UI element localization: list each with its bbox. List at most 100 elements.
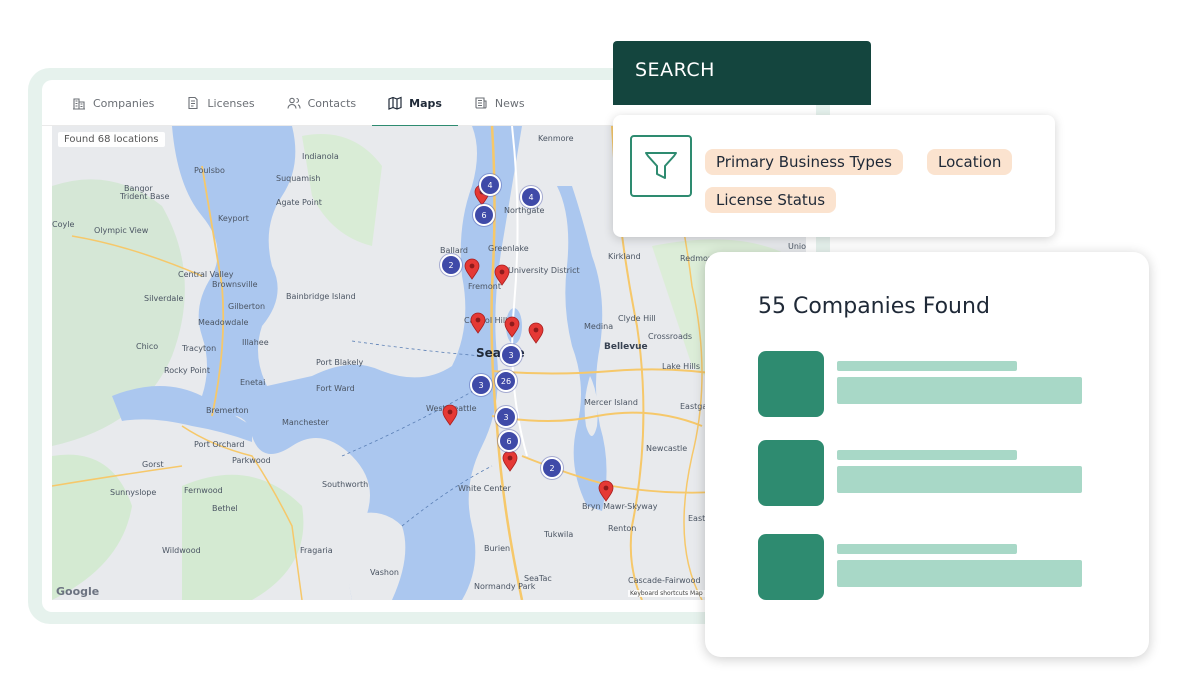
- results-card: 55 Companies Found: [705, 252, 1149, 657]
- place-label: Bainbridge Island: [286, 292, 356, 301]
- place-label: Tukwila: [544, 530, 574, 539]
- people-icon: [287, 97, 301, 109]
- stage: Companies Licenses Contacts Maps News Fo…: [0, 0, 1200, 692]
- filter-chip-business-types[interactable]: Primary Business Types: [705, 149, 903, 175]
- place-label: Burien: [484, 544, 511, 553]
- place-label: Rocky Point: [164, 366, 210, 375]
- tab-label: Companies: [93, 96, 155, 110]
- location-cluster[interactable]: 3: [500, 344, 522, 366]
- results-count-title: 55 Companies Found: [758, 294, 990, 319]
- map-icon: [388, 96, 402, 110]
- place-label: Fragaria: [300, 546, 333, 555]
- location-pin[interactable]: [528, 322, 544, 344]
- place-label: Gilberton: [228, 302, 266, 311]
- place-label: Fort Ward: [316, 384, 355, 393]
- search-header: SEARCH: [613, 41, 871, 105]
- license-icon: [188, 96, 198, 110]
- location-cluster[interactable]: 6: [498, 430, 520, 452]
- location-cluster[interactable]: 2: [440, 254, 462, 276]
- place-label: Greenlake: [488, 244, 529, 253]
- place-label: Vashon: [370, 568, 399, 577]
- place-label: Kirkland: [608, 252, 641, 261]
- result-name-placeholder: [837, 544, 1017, 554]
- result-thumbnail: [758, 534, 824, 600]
- location-pin[interactable]: [470, 312, 486, 334]
- location-cluster[interactable]: 6: [473, 204, 495, 226]
- location-cluster[interactable]: 3: [495, 406, 517, 428]
- location-cluster[interactable]: 3: [470, 374, 492, 396]
- result-row[interactable]: [758, 351, 1088, 417]
- place-label: Chico: [136, 342, 159, 351]
- place-label: University District: [508, 266, 580, 275]
- google-logo: Google: [56, 585, 100, 598]
- tab-contacts[interactable]: Contacts: [271, 80, 373, 126]
- tab-licenses[interactable]: Licenses: [170, 80, 270, 126]
- result-thumbnail: [758, 351, 824, 417]
- place-label: Union: [788, 242, 806, 251]
- place-label: Wildwood: [162, 546, 201, 555]
- result-details-placeholder: [837, 560, 1082, 587]
- place-label: Parkwood: [232, 456, 271, 465]
- place-label: Coyle: [52, 220, 75, 229]
- filter-chip-location[interactable]: Location: [927, 149, 1013, 175]
- place-label: Agate Point: [276, 198, 322, 207]
- place-label: SeaTac: [524, 574, 552, 583]
- filter-button[interactable]: [630, 135, 692, 197]
- place-label: White Center: [458, 484, 511, 493]
- place-label: Newcastle: [646, 444, 688, 453]
- tab-news[interactable]: News: [458, 80, 541, 126]
- place-label: Normandy Park: [474, 582, 536, 591]
- place-label: Meadowdale: [198, 318, 249, 327]
- place-label: Medina: [584, 322, 614, 331]
- place-label: Northgate: [504, 206, 545, 215]
- result-row[interactable]: [758, 440, 1088, 506]
- location-cluster[interactable]: 26: [495, 370, 517, 392]
- city-label: Bellevue: [604, 342, 648, 352]
- place-label: Central Valley: [178, 270, 234, 279]
- location-pin[interactable]: [464, 258, 480, 280]
- location-pin[interactable]: [502, 450, 518, 472]
- found-locations-label: Found 68 locations: [58, 132, 165, 147]
- location-pin[interactable]: [598, 480, 614, 502]
- tab-label: Contacts: [307, 96, 357, 110]
- news-icon: [475, 97, 487, 109]
- place-label: Bremerton: [206, 406, 249, 415]
- result-row[interactable]: [758, 534, 1088, 600]
- place-label: Keyport: [218, 214, 249, 223]
- funnel-icon: [645, 152, 677, 179]
- place-label: Lake Hills: [662, 362, 701, 371]
- place-label: Clyde Hill: [618, 314, 656, 323]
- tab-label: Maps: [409, 96, 442, 110]
- place-label: Tracyton: [182, 344, 217, 353]
- place-label: Poulsbo: [194, 166, 225, 175]
- place-label: Port Orchard: [194, 440, 245, 449]
- place-label: Fernwood: [184, 486, 223, 495]
- location-cluster[interactable]: 4: [479, 174, 501, 196]
- keyboard-shortcuts-link[interactable]: Keyboard shortcuts Map: [628, 590, 705, 597]
- map-data-label: Map: [690, 590, 703, 597]
- filter-chip-license-status[interactable]: License Status: [705, 187, 837, 213]
- place-label: Enetai: [240, 378, 266, 387]
- tab-companies[interactable]: Companies: [56, 80, 170, 126]
- place-label: Olympic View: [94, 226, 149, 235]
- place-label: Suquamish: [276, 174, 321, 183]
- place-label: Manchester: [282, 418, 329, 427]
- location-pin[interactable]: [442, 404, 458, 426]
- place-label: Mercer Island: [584, 398, 638, 407]
- place-label: Sunnyslope: [110, 488, 157, 497]
- shortcuts-label: Keyboard shortcuts: [630, 590, 689, 597]
- location-pin[interactable]: [504, 316, 520, 338]
- place-label: Brownsville: [212, 280, 258, 289]
- result-name-placeholder: [837, 450, 1017, 460]
- location-pin[interactable]: [494, 264, 510, 286]
- place-label: Port Blakely: [316, 358, 364, 367]
- tab-maps[interactable]: Maps: [372, 80, 458, 127]
- result-details-placeholder: [837, 466, 1082, 493]
- place-label: Trident Base: [120, 192, 170, 201]
- location-cluster[interactable]: 2: [541, 457, 563, 479]
- place-label: Bethel: [212, 504, 238, 513]
- filter-card: Primary Business Types Location License …: [613, 115, 1055, 237]
- location-cluster[interactable]: 4: [520, 186, 542, 208]
- place-label: Kenmore: [538, 134, 574, 143]
- place-label: Illahee: [242, 338, 269, 347]
